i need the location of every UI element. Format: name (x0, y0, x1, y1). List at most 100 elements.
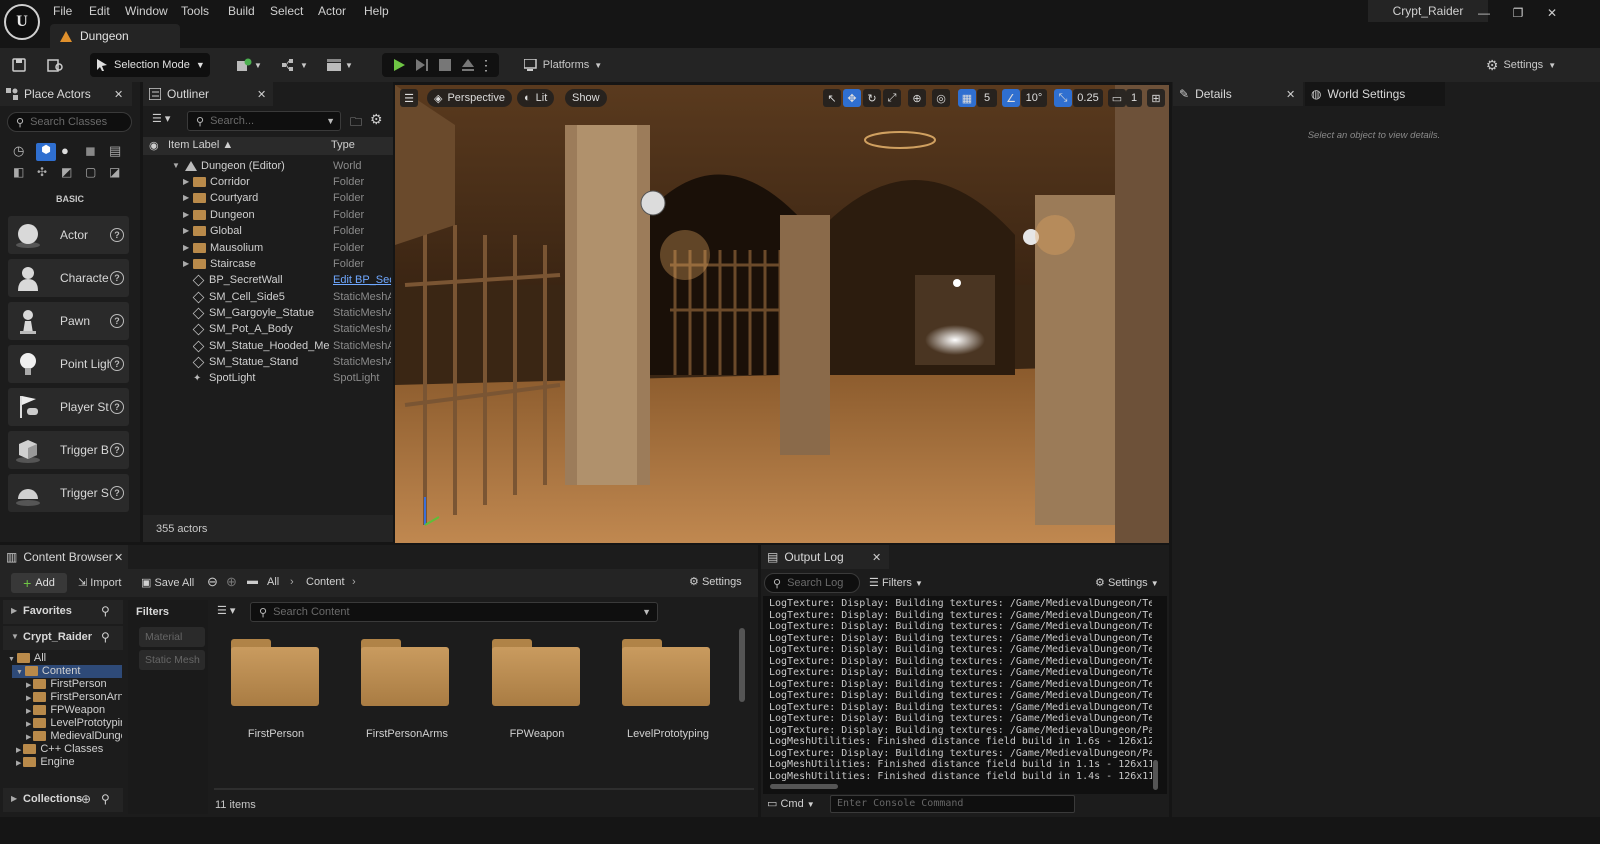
all-classes-icon[interactable]: ▢ (85, 165, 105, 183)
blueprints-icon[interactable]: ▼ (278, 53, 312, 77)
tree-item[interactable]: ▶ FirstPerson (26, 678, 107, 691)
add-folder-icon[interactable]: 🗀 (350, 113, 362, 134)
close-icon[interactable]: ✕ (872, 551, 881, 564)
cinematics-icon[interactable]: ▼ (323, 53, 357, 77)
chevron-down-icon[interactable]: ▼ (172, 158, 180, 174)
outliner-row[interactable]: SM_Statue_Hooded_Meta StaticMeshA (145, 338, 392, 354)
tab-outliner[interactable]: Outliner (143, 82, 273, 106)
edit-blueprint-link[interactable]: Edit BP_Sec (333, 272, 391, 288)
actor-item-character[interactable]: Characte ? (8, 259, 129, 297)
help-icon[interactable]: ? (110, 228, 124, 242)
content-scrollbar[interactable] (739, 628, 745, 702)
tree-item[interactable]: ▼ All (8, 652, 46, 665)
asset-folder-icon[interactable] (492, 639, 580, 706)
scale-snap-value[interactable]: 0.25 (1073, 89, 1103, 107)
minimize-icon[interactable]: — (1472, 4, 1496, 22)
actor-item-actor[interactable]: Actor ? (8, 216, 129, 254)
close-icon[interactable]: ✕ (257, 88, 266, 101)
outliner-row[interactable]: ✦ SpotLight SpotLight (145, 370, 392, 386)
perspective-button[interactable]: ◈ Perspective (427, 89, 512, 107)
tab-content-browser[interactable]: ▥ Content Browser (0, 545, 128, 569)
console-command-input[interactable]: Enter Console Command (830, 795, 1075, 813)
tree-item[interactable]: ▶ FPWeapon (26, 704, 105, 717)
play-options-icon[interactable]: ⋮ (478, 53, 494, 77)
level-viewport[interactable]: ☰ ◈ Perspective ◐ Lit Show ↖ ✥ ↻ ⤢ ⊕ ◎ ▦ 5… (395, 85, 1169, 543)
volumes-icon[interactable]: ✣ (37, 165, 57, 183)
collections-section[interactable]: ▶ Collections ⊕ ⚲ (3, 788, 123, 812)
unreal-logo-icon[interactable]: U (4, 4, 40, 40)
world-space-icon[interactable]: ⊕ (908, 89, 926, 107)
menu-tools[interactable]: Tools (181, 2, 209, 20)
scale-tool-icon[interactable]: ⤢ (883, 89, 901, 107)
eye-icon[interactable]: ◉ (149, 139, 159, 152)
close-icon[interactable]: ✕ (114, 551, 123, 564)
content-settings-button[interactable]: ⚙ Settings (689, 575, 742, 588)
toolbar-settings-button[interactable]: ⚙ Settings ▼ (1484, 53, 1558, 77)
outliner-search-input[interactable]: ⚲ Search... ▼ (187, 111, 341, 131)
help-icon[interactable]: ? (110, 486, 124, 500)
search-icon[interactable]: ⚲ (101, 792, 110, 806)
breadcrumb-all[interactable]: All (267, 576, 279, 588)
geometry-icon[interactable]: ◩ (61, 165, 81, 183)
chevron-right-icon[interactable]: ▶ (183, 207, 189, 223)
filter-chip-material[interactable]: Material (139, 627, 205, 647)
tree-item[interactable]: ▶ LevelPrototypir (26, 717, 122, 730)
tree-item[interactable]: ▶ Engine (16, 756, 75, 769)
outliner-row[interactable]: SM_Pot_A_Body StaticMeshA (145, 321, 392, 337)
close-icon[interactable]: ✕ (114, 88, 123, 101)
outliner-row[interactable]: ▶ Global Folder (145, 223, 392, 239)
project-section[interactable]: ▼ Crypt_Raider ⚲ (3, 626, 123, 650)
asset-folder-icon[interactable] (622, 639, 710, 706)
level-tab[interactable]: Dungeon (50, 24, 180, 48)
camera-speed-icon[interactable]: ▭ (1108, 89, 1126, 107)
tab-details[interactable]: ✎ Details (1173, 82, 1303, 106)
show-button[interactable]: Show (565, 89, 607, 107)
chevron-right-icon[interactable]: ▶ (183, 223, 189, 239)
outliner-row[interactable]: SM_Cell_Side5 StaticMeshA (145, 289, 392, 305)
log-settings-button[interactable]: ⚙ Settings ▼ (1095, 576, 1159, 589)
log-filters-button[interactable]: ☰ Filters ▼ (869, 576, 923, 589)
camera-speed-value[interactable]: 1 (1126, 89, 1142, 107)
content-filter-icon[interactable]: ☰ ▾ (217, 604, 235, 617)
outliner-row[interactable]: ▶ Staircase Folder (145, 256, 392, 272)
menu-window[interactable]: Window (125, 2, 168, 20)
chevron-right-icon[interactable]: ▶ (183, 240, 189, 256)
tree-item[interactable]: ▶ MedievalDunge (26, 730, 122, 743)
tree-item[interactable]: ▶ FirstPersonArn (26, 691, 122, 704)
rotate-tool-icon[interactable]: ↻ (863, 89, 881, 107)
more-icon[interactable]: ◪ (109, 165, 129, 183)
platforms-dropdown[interactable]: Platforms ▼ (522, 53, 604, 77)
grid-snap-value[interactable]: 5 (977, 89, 997, 107)
outliner-filter-icon[interactable]: ☰ ▾ (152, 112, 170, 125)
search-log-input[interactable]: ⚲ Search Log (764, 573, 860, 593)
scale-snap-icon[interactable]: ⤡ (1054, 89, 1072, 107)
lit-button[interactable]: ◐ Lit (517, 89, 555, 107)
select-tool-icon[interactable]: ↖ (823, 89, 841, 107)
maximize-icon[interactable]: ❐ (1506, 4, 1530, 22)
add-collection-icon[interactable]: ⊕ (81, 792, 91, 806)
help-icon[interactable]: ? (110, 314, 124, 328)
actor-item-player-start[interactable]: Player St ? (8, 388, 129, 426)
help-icon[interactable]: ? (110, 443, 124, 457)
outliner-row[interactable]: ▶ Mausolium Folder (145, 240, 392, 256)
browse-content-icon[interactable] (42, 53, 68, 77)
shapes-icon[interactable]: ◼ (85, 143, 105, 161)
chevron-right-icon[interactable]: ▶ (183, 190, 189, 206)
tree-item[interactable]: ▶ C++ Classes (16, 743, 103, 756)
outliner-row[interactable]: ▶ Courtyard Folder (145, 190, 392, 206)
surface-snap-icon[interactable]: ◎ (932, 89, 950, 107)
rotation-snap-icon[interactable]: ∠ (1002, 89, 1020, 107)
breadcrumb-content[interactable]: Content (306, 576, 345, 588)
window-close-icon[interactable]: ✕ (1540, 4, 1564, 22)
actor-item-point-light[interactable]: Point Ligh ? (8, 345, 129, 383)
tree-item[interactable]: ▼ Content (16, 665, 80, 678)
search-icon[interactable]: ⚲ (101, 604, 110, 618)
back-icon[interactable]: ⊖ (207, 574, 218, 590)
asset-folder-icon[interactable] (231, 639, 319, 706)
menu-select[interactable]: Select (270, 2, 303, 20)
add-actor-icon[interactable]: ▼ (232, 53, 266, 77)
cmd-dropdown[interactable]: ▭ Cmd ▼ (767, 797, 815, 810)
add-button[interactable]: + Add (11, 573, 67, 593)
log-vertical-scrollbar[interactable] (1153, 760, 1158, 790)
outliner-row[interactable]: ▼ Dungeon (Editor) World (145, 158, 392, 174)
